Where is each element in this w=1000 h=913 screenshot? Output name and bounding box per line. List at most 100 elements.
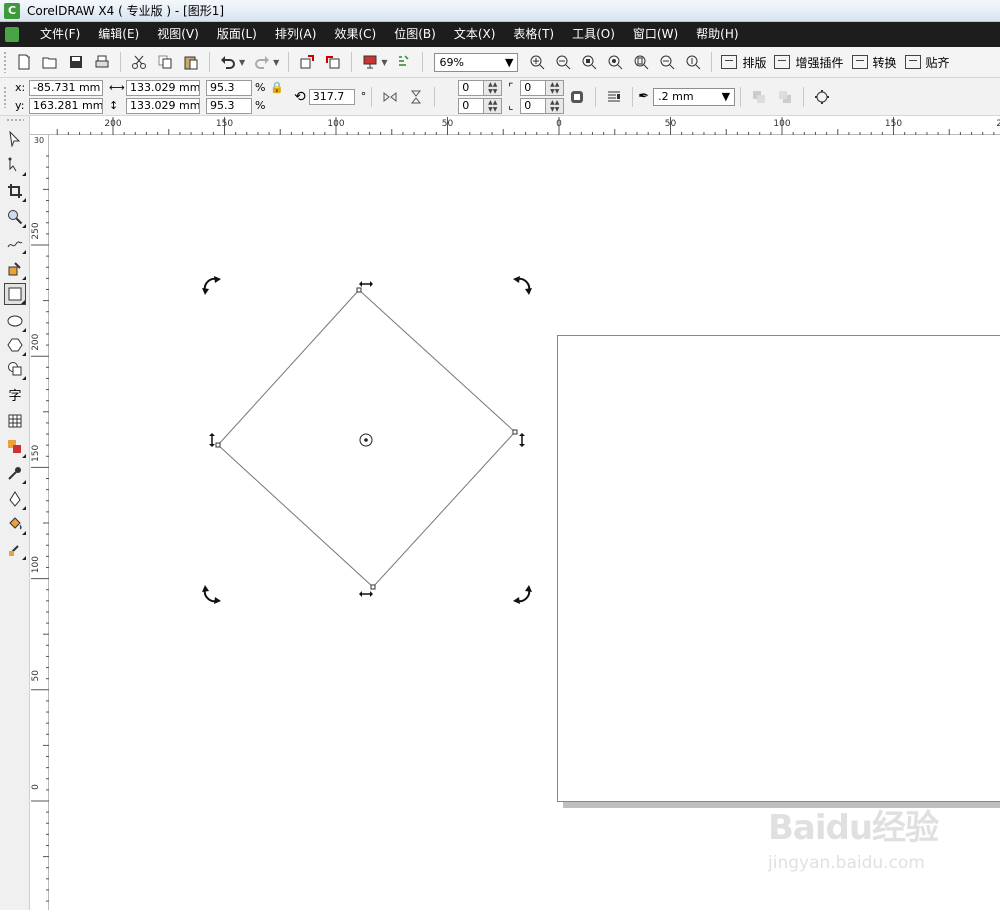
x-position-field[interactable]: -85.731 mm	[29, 79, 103, 96]
to-back-icon[interactable]	[774, 86, 796, 108]
node-handle[interactable]	[512, 429, 518, 435]
zoom-to-page-height-icon[interactable]	[682, 51, 704, 73]
zoom-to-page-icon[interactable]	[630, 51, 652, 73]
menu-file[interactable]: 文件(F)	[31, 22, 89, 47]
spin-arrows-icon[interactable]: ▲▲ ▼▼	[484, 79, 503, 96]
menu-arrange[interactable]: 排列(A)	[266, 22, 326, 47]
welcome-screen-icon[interactable]	[393, 51, 415, 73]
crop-tool-icon[interactable]	[4, 180, 26, 202]
zoom-out-icon[interactable]	[552, 51, 574, 73]
import-icon[interactable]	[296, 51, 318, 73]
redo-icon[interactable]	[251, 51, 273, 73]
redo-dropdown-icon[interactable]: ▼	[273, 58, 279, 67]
outline-tool-icon[interactable]	[4, 488, 26, 510]
polygon-tool-icon[interactable]	[4, 334, 26, 356]
fill-tool-icon[interactable]	[4, 513, 26, 535]
zoom-to-selected-icon[interactable]	[578, 51, 600, 73]
skew-handle-bottom-icon[interactable]	[359, 591, 373, 597]
spin-arrows-icon[interactable]: ▲▲ ▼▼	[546, 79, 565, 96]
menu-window[interactable]: 窗口(W)	[624, 22, 687, 47]
zoom-level-select[interactable]: 69% ▼	[434, 52, 519, 72]
open-folder-icon[interactable]	[39, 51, 61, 73]
mirror-horizontal-icon[interactable]	[379, 86, 401, 108]
save-icon[interactable]	[65, 51, 87, 73]
export-icon[interactable]	[322, 51, 344, 73]
node-handle[interactable]	[215, 442, 221, 448]
drawing-canvas[interactable]	[49, 135, 1000, 910]
corner-roundness-bottom-right[interactable]: 0	[520, 97, 547, 114]
new-document-icon[interactable]	[13, 51, 35, 73]
spin-arrows-icon[interactable]: ▲▲ ▼▼	[484, 97, 503, 114]
rotate-handle-bottom-right-icon[interactable]	[513, 585, 532, 604]
zoom-tool-icon[interactable]	[4, 206, 26, 228]
rotation-angle-field[interactable]: 317.7	[308, 88, 355, 105]
cut-icon[interactable]	[128, 51, 150, 73]
horizontal-ruler[interactable]: 200 150 100 50 0 50 100 150 200	[30, 116, 1000, 135]
menu-tools[interactable]: 工具(O)	[563, 22, 624, 47]
rotate-handle-top-right-icon[interactable]	[513, 276, 532, 295]
wrap-paragraph-text-icon[interactable]	[603, 86, 625, 108]
zoom-to-page-width-icon[interactable]	[656, 51, 678, 73]
menu-edit[interactable]: 编辑(E)	[89, 22, 148, 47]
y-position-field[interactable]: 163.281 mm	[29, 97, 103, 114]
pick-tool-icon[interactable]	[4, 128, 26, 150]
menu-help[interactable]: 帮助(H)	[687, 22, 747, 47]
corner-roundness-top-right[interactable]: 0	[520, 79, 547, 96]
copy-icon[interactable]	[154, 51, 176, 73]
zoom-to-all-objects-icon[interactable]	[604, 51, 626, 73]
skew-handle-left-icon[interactable]	[209, 433, 215, 447]
toolbar-grip[interactable]	[3, 51, 7, 73]
rotate-handle-top-left-icon[interactable]	[202, 276, 221, 295]
document-icon[interactable]	[5, 27, 19, 42]
text-tool-icon[interactable]: 字	[4, 383, 26, 405]
round-corners-together-icon[interactable]	[566, 86, 588, 108]
smart-fill-tool-icon[interactable]	[4, 258, 26, 280]
corner-roundness-top-left[interactable]: 0	[458, 79, 485, 96]
shape-tool-icon[interactable]	[4, 154, 26, 176]
table-tool-icon[interactable]	[4, 410, 26, 432]
plugin-button-enhance[interactable]: 增强插件	[770, 51, 847, 73]
node-handle[interactable]	[370, 584, 376, 590]
undo-dropdown-icon[interactable]: ▼	[239, 58, 245, 67]
application-launcher-icon[interactable]	[359, 51, 381, 73]
rotate-handle-bottom-left-icon[interactable]	[202, 585, 221, 604]
menu-bitmaps[interactable]: 位图(B)	[385, 22, 445, 47]
menu-view[interactable]: 视图(V)	[148, 22, 208, 47]
vertical-ruler[interactable]: 30 250 200 150 100 50 0	[30, 135, 49, 910]
plugin-button-snap[interactable]: 贴齐	[901, 51, 954, 73]
convert-to-curves-icon[interactable]	[811, 86, 833, 108]
skew-handle-right-icon[interactable]	[519, 433, 525, 447]
plugin-button-layout[interactable]: 排版	[717, 51, 770, 73]
menu-layout[interactable]: 版面(L)	[208, 22, 266, 47]
rectangle-tool-icon[interactable]	[4, 283, 26, 305]
interactive-blend-tool-icon[interactable]	[4, 436, 26, 458]
corner-roundness-bottom-left[interactable]: 0	[458, 97, 485, 114]
menu-table[interactable]: 表格(T)	[504, 22, 563, 47]
undo-icon[interactable]	[217, 51, 239, 73]
width-field[interactable]: 133.029 mm	[126, 79, 200, 96]
height-field[interactable]: 133.029 mm	[126, 97, 200, 114]
print-icon[interactable]	[91, 51, 113, 73]
toolbar-grip[interactable]	[3, 85, 7, 108]
spin-arrows-icon[interactable]: ▲▲ ▼▼	[546, 97, 565, 114]
outline-width-select[interactable]: .2 mm ▼	[653, 87, 736, 106]
mirror-vertical-icon[interactable]	[405, 86, 427, 108]
menu-effects[interactable]: 效果(C)	[325, 22, 385, 47]
paste-icon[interactable]	[180, 51, 202, 73]
toolbox-grip[interactable]	[6, 118, 24, 122]
freehand-tool-icon[interactable]	[4, 232, 26, 254]
zoom-in-icon[interactable]	[526, 51, 548, 73]
to-front-icon[interactable]	[748, 86, 770, 108]
interactive-fill-tool-icon[interactable]	[4, 538, 26, 560]
eyedropper-tool-icon[interactable]	[4, 462, 26, 484]
lock-ratio-icon[interactable]: 🔒	[270, 81, 288, 94]
rotation-center-icon[interactable]	[359, 433, 373, 447]
plugin-button-convert[interactable]: 转换	[848, 51, 901, 73]
ellipse-tool-icon[interactable]	[4, 310, 26, 332]
node-handle[interactable]	[356, 287, 362, 293]
basic-shapes-tool-icon[interactable]	[4, 358, 26, 380]
scale-y-field[interactable]: 95.3	[206, 97, 252, 114]
scale-x-field[interactable]: 95.3	[206, 79, 252, 96]
coreldraw-app-icon[interactable]: C	[4, 2, 20, 19]
menu-text[interactable]: 文本(X)	[445, 22, 505, 47]
